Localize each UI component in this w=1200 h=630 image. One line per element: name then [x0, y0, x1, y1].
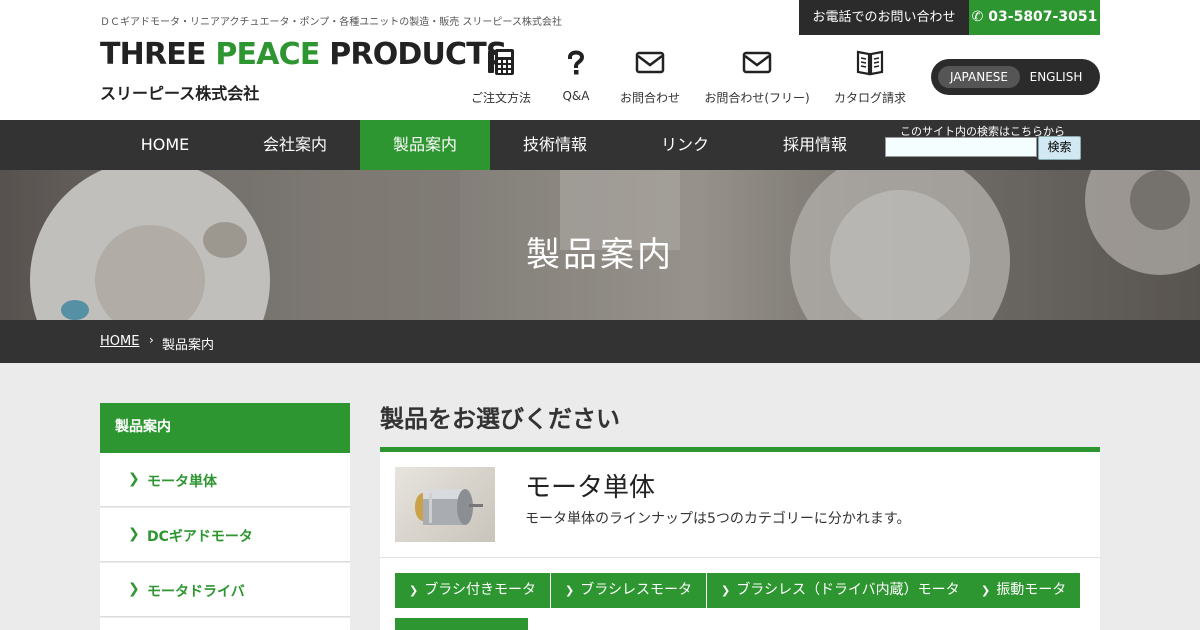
book-icon — [856, 50, 884, 76]
sidebar-item-motor-driver[interactable]: ❯ モータドライバ — [100, 563, 350, 617]
divider — [380, 557, 1100, 558]
order-method-link[interactable]: ご注文方法 — [471, 47, 531, 106]
breadcrumb-home-link[interactable]: HOME — [100, 334, 139, 349]
card-description: モータ単体のラインナップは5つのカテゴリーに分かれます。 — [525, 511, 911, 527]
lang-english-button[interactable]: ENGLISH — [1025, 66, 1087, 88]
envelope-icon — [635, 51, 665, 74]
button-label: 振動モータ — [996, 582, 1067, 598]
sidebar-item-label: モータ単体 — [147, 474, 217, 490]
qa-label: Q&A — [562, 89, 590, 103]
vibration-motor-button[interactable]: ❯ 振動モータ — [967, 573, 1081, 608]
phone-contact-label: お電話でのお問い合わせ — [799, 0, 969, 35]
contact-label: お問合わせ — [619, 91, 680, 105]
chevron-right-icon: ❯ — [565, 584, 575, 597]
nav-products[interactable]: 製品案内 — [360, 120, 490, 170]
logo-word-2: PEACE — [215, 37, 320, 72]
brushless-driver-motor-button[interactable]: ❯ ブラシレス（ドライバ内蔵）モータ — [707, 573, 974, 608]
nav-recruit[interactable]: 採用情報 — [750, 120, 880, 170]
chevron-right-icon: ❯ — [981, 584, 991, 597]
product-category-card: モータ単体 モータ単体のラインナップは5つのカテゴリーに分かれます。 ❯ ブラシ付… — [380, 452, 1100, 630]
hero-title: 製品案内 — [526, 235, 674, 275]
chevron-right-icon: ❯ — [409, 584, 419, 597]
contact-free-label: お問合わせ(フリー) — [704, 91, 810, 105]
chevron-right-icon: ❯ — [128, 471, 140, 487]
logo-word-1: THREE — [100, 37, 206, 72]
more-category-button[interactable] — [395, 618, 528, 630]
chevron-right-icon: ❯ — [128, 581, 140, 597]
site-header: ＤＣギアドモータ・リニアアクチュエータ・ポンプ・各種ユニットの製造・販売 スリー… — [0, 0, 1200, 120]
phone-number-button[interactable]: ✆ 03-5807-3051 — [969, 0, 1100, 35]
logo-company-name[interactable]: スリーピース株式会社 — [100, 80, 259, 104]
chevron-right-icon: ❯ — [721, 584, 731, 597]
chevron-right-icon: ❯ — [128, 526, 140, 542]
language-switcher: JAPANESE ENGLISH — [931, 59, 1100, 95]
sidebar-heading: 製品案内 — [100, 403, 350, 453]
phone-number: 03-5807-3051 — [988, 9, 1098, 25]
nav-company[interactable]: 会社案内 — [230, 120, 360, 170]
phone-icon: ✆ — [971, 9, 984, 25]
catalog-request-link[interactable]: カタログ請求 — [830, 47, 910, 106]
contact-free-link[interactable]: お問合わせ(フリー) — [702, 47, 812, 106]
envelope-icon — [742, 51, 772, 74]
page-title: 製品をお選びください — [380, 405, 620, 433]
calculator-icon — [488, 49, 514, 75]
nav-links[interactable]: リンク — [620, 120, 750, 170]
brushed-motor-button[interactable]: ❯ ブラシ付きモータ — [395, 573, 550, 608]
button-label: ブラシ付きモータ — [424, 582, 536, 598]
sidebar-item-dc-geared-motor[interactable]: ❯ DCギアドモータ — [100, 508, 350, 562]
breadcrumb: HOME › 製品案内 — [0, 320, 1200, 363]
qa-link[interactable]: Q&A — [551, 47, 601, 103]
logo[interactable]: THREE PEACE PRODUCTS — [100, 37, 508, 72]
button-label: ブラシレス（ドライバ内蔵）モータ — [736, 582, 960, 598]
hero-banner: 製品案内 — [0, 170, 1200, 320]
sidebar-item-more[interactable] — [100, 618, 350, 630]
sidebar-item-motor[interactable]: ❯ モータ単体 — [100, 453, 350, 507]
order-method-label: ご注文方法 — [471, 91, 532, 105]
motor-product-image[interactable] — [395, 467, 495, 542]
lang-japanese-button[interactable]: JAPANESE — [938, 66, 1020, 88]
search-button[interactable]: 検索 — [1038, 136, 1081, 160]
motor-photo — [415, 489, 483, 525]
sidebar-item-label: DCギアドモータ — [147, 529, 253, 545]
card-title[interactable]: モータ単体 — [525, 467, 655, 504]
main-nav: HOME 会社案内 製品案内 技術情報 リンク 採用情報 このサイト内の検索はこ… — [0, 120, 1200, 170]
site-tagline: ＤＣギアドモータ・リニアアクチュエータ・ポンプ・各種ユニットの製造・販売 スリー… — [100, 17, 562, 28]
button-label: ブラシレスモータ — [580, 582, 692, 598]
brushless-motor-button[interactable]: ❯ ブラシレスモータ — [551, 573, 706, 608]
catalog-request-label: カタログ請求 — [833, 91, 906, 105]
search-input[interactable] — [885, 137, 1037, 157]
chevron-right-icon: › — [149, 333, 154, 347]
breadcrumb-current: 製品案内 — [162, 338, 215, 353]
sidebar-item-label: モータドライバ — [147, 584, 245, 600]
nav-technical[interactable]: 技術情報 — [490, 120, 620, 170]
question-icon — [567, 50, 585, 75]
nav-home[interactable]: HOME — [100, 120, 230, 170]
contact-link[interactable]: お問合わせ — [615, 47, 685, 106]
